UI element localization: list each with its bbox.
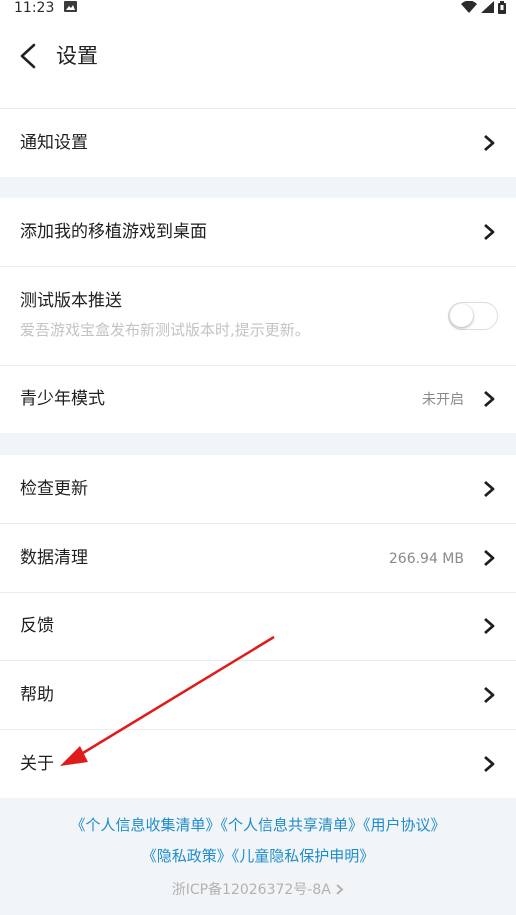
footer-links-row-1: 《个人信息收集清单》《个人信息共享清单》《用户协议》 bbox=[0, 814, 516, 836]
battery-icon bbox=[498, 0, 506, 14]
chevron-right-icon bbox=[484, 755, 495, 773]
chevron-left-icon[interactable] bbox=[14, 40, 44, 72]
chevron-right-icon bbox=[484, 390, 495, 408]
link-user-agreement[interactable]: 《用户协议》 bbox=[363, 816, 446, 834]
settings-row-notifications[interactable]: 通知设置 bbox=[0, 109, 516, 177]
row-value: 266.94 MB bbox=[388, 551, 464, 567]
icp-text: 浙ICP备12026372号-8A bbox=[171, 882, 331, 898]
row-label: 帮助 bbox=[20, 685, 54, 705]
chevron-right-icon bbox=[484, 480, 495, 498]
row-label: 检查更新 bbox=[20, 479, 88, 499]
row-value: 未开启 bbox=[422, 392, 464, 408]
settings-row-help[interactable]: 帮助 bbox=[0, 661, 516, 729]
page-title: 设置 bbox=[56, 44, 98, 68]
image-icon bbox=[64, 1, 77, 12]
link-personal-info-sharing[interactable]: 《个人信息共享清单》 bbox=[220, 816, 363, 834]
settings-row-data-cleanup[interactable]: 数据清理 266.94 MB bbox=[0, 524, 516, 592]
chevron-right-icon bbox=[484, 134, 495, 152]
chevron-right-icon bbox=[484, 617, 495, 635]
toggle-knob bbox=[450, 304, 473, 327]
header-bar: 设置 bbox=[0, 20, 516, 108]
row-label: 反馈 bbox=[20, 616, 54, 636]
link-personal-info-collection[interactable]: 《个人信息收集清单》 bbox=[70, 816, 220, 834]
chevron-right-small-icon bbox=[336, 884, 344, 895]
footer-links-row-2: 《隐私政策》《儿童隐私保护申明》 bbox=[0, 845, 516, 867]
settings-row-add-to-desktop[interactable]: 添加我的移植游戏到桌面 bbox=[0, 198, 516, 266]
settings-row-check-update[interactable]: 检查更新 bbox=[0, 455, 516, 523]
row-label: 关于 bbox=[20, 754, 54, 774]
settings-row-feedback[interactable]: 反馈 bbox=[0, 593, 516, 660]
row-label: 青少年模式 bbox=[20, 389, 105, 409]
chevron-right-icon bbox=[484, 223, 495, 241]
link-child-privacy[interactable]: 《儿童隐私保护申明》 bbox=[232, 847, 375, 865]
beta-push-toggle[interactable] bbox=[448, 302, 498, 330]
row-description: 爱吾游戏宝盒发布新测试版本时,提示更新。 bbox=[20, 321, 310, 339]
status-bar: 11:23 bbox=[0, 0, 516, 20]
row-label: 添加我的移植游戏到桌面 bbox=[20, 222, 207, 242]
chevron-right-icon bbox=[484, 549, 495, 567]
settings-row-teen-mode[interactable]: 青少年模式 未开启 bbox=[0, 366, 516, 433]
row-label: 数据清理 bbox=[20, 548, 88, 568]
row-label: 测试版本推送 bbox=[20, 291, 122, 311]
wifi-icon bbox=[461, 1, 477, 13]
settings-row-beta-push: 测试版本推送 爱吾游戏宝盒发布新测试版本时,提示更新。 bbox=[0, 267, 516, 365]
link-privacy-policy[interactable]: 《隐私政策》 bbox=[142, 847, 232, 865]
status-time: 11:23 bbox=[14, 0, 55, 16]
icp-license[interactable]: 浙ICP备12026372号-8A bbox=[0, 880, 516, 900]
status-icons bbox=[461, 0, 506, 14]
signal-icon bbox=[481, 1, 494, 13]
settings-row-about[interactable]: 关于 bbox=[0, 730, 516, 798]
chevron-right-icon bbox=[484, 686, 495, 704]
row-label: 通知设置 bbox=[20, 133, 88, 153]
